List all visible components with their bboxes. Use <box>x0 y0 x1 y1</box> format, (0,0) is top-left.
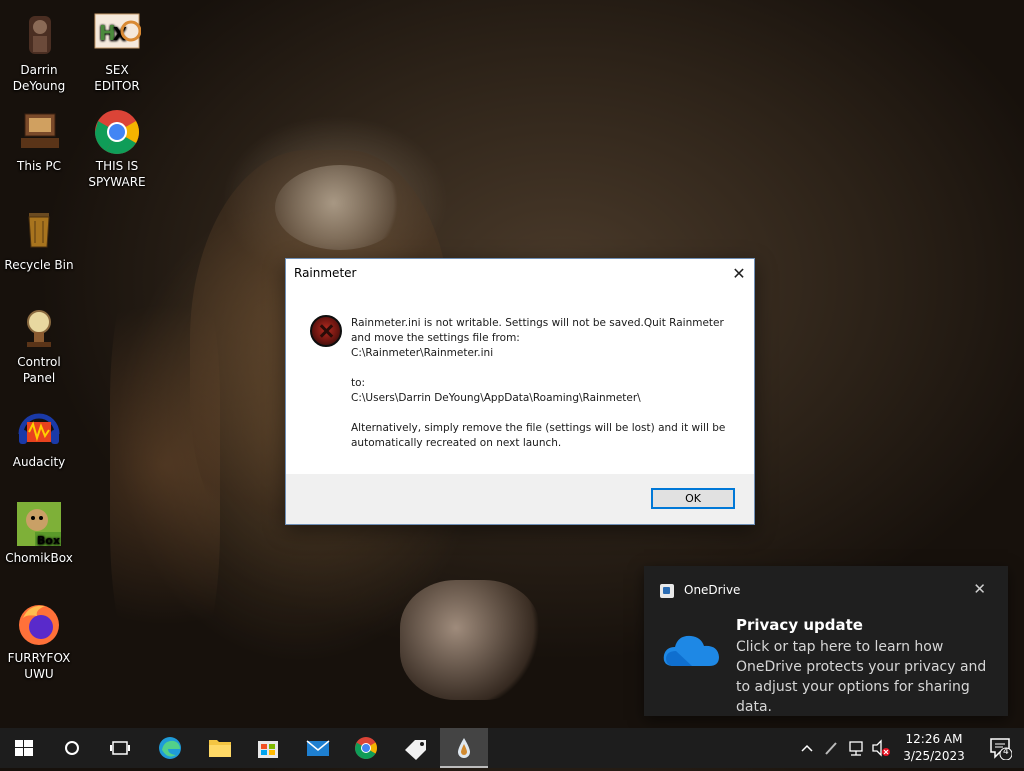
desktop-icon-chomikbox[interactable]: Box ChomikBox <box>0 500 78 566</box>
volume-muted-icon <box>872 739 890 757</box>
message-line: to: <box>351 377 366 389</box>
start-button[interactable] <box>0 728 48 768</box>
hex-editor-icon: HX <box>93 12 142 60</box>
message-line: automatically recreated on next launch. <box>351 437 562 449</box>
wallpaper-hand <box>400 580 540 700</box>
computer-icon <box>15 108 63 156</box>
clock-date: 3/25/2023 <box>903 749 965 763</box>
search-circle-icon <box>65 741 79 755</box>
desktop-icon-furryfox-uwu[interactable]: FURRYFOX UWU <box>0 600 78 682</box>
task-view-button[interactable] <box>96 728 144 768</box>
tray-pen-button[interactable] <box>820 728 842 768</box>
dialog-title: Rainmeter <box>294 266 357 280</box>
dialog-body: Rainmeter.ini is not writable. Settings … <box>286 289 754 474</box>
chrome-icon <box>355 737 377 759</box>
pen-icon <box>825 742 837 755</box>
store-icon <box>258 741 278 758</box>
wallpaper-figure-arm <box>110 250 220 680</box>
message-line: Rainmeter.ini is not writable. Settings … <box>351 317 724 329</box>
dialog-message: Rainmeter.ini is not writable. Settings … <box>351 316 736 451</box>
dialog-footer: OK <box>286 474 754 524</box>
firefox-icon <box>15 600 63 648</box>
tray-volume-button[interactable] <box>868 728 892 768</box>
desktop-icon-sex-editor[interactable]: HX SEX EDITOR <box>78 12 156 94</box>
desktop-icon-this-is-spyware[interactable]: THIS IS SPYWARE <box>78 108 156 190</box>
svg-text:X: X <box>113 24 127 45</box>
onedrive-cloud-icon <box>663 635 719 666</box>
taskbar-mail[interactable] <box>294 728 342 768</box>
taskbar-clock[interactable]: 12:26 AM 3/25/2023 <box>896 731 972 765</box>
chomikbox-icon: Box <box>15 500 63 548</box>
message-line: Alternatively, simply remove the file (s… <box>351 422 726 434</box>
onedrive-toast[interactable]: OneDrive ✕ Privacy update Click or tap h… <box>644 566 1008 716</box>
windows-icon <box>15 740 33 756</box>
taskbar-chrome[interactable] <box>342 728 390 768</box>
message-line: C:\Users\Darrin DeYoung\AppData\Roaming\… <box>351 392 641 404</box>
taskbar: 12:26 AM 3/25/2023 4 <box>0 728 1024 768</box>
mail-icon <box>306 740 330 756</box>
chrome-icon <box>93 108 141 156</box>
edge-icon <box>159 737 181 759</box>
desktop-icon-recycle-bin[interactable]: Recycle Bin <box>0 207 78 273</box>
taskbar-microsoft-store[interactable] <box>244 728 292 768</box>
search-button[interactable] <box>48 728 96 768</box>
tags-icon <box>405 740 426 760</box>
toast-heading: Privacy update <box>736 616 863 634</box>
dialog-titlebar[interactable]: Rainmeter ✕ <box>286 259 754 289</box>
error-icon <box>310 315 342 347</box>
recycle-bin-icon <box>15 207 63 255</box>
rainmeter-drop-icon <box>458 738 470 758</box>
chevron-up-icon <box>801 744 813 752</box>
svg-text:Box: Box <box>37 534 60 547</box>
user-folder-icon <box>15 12 63 60</box>
desktop-icon-this-pc[interactable]: This PC <box>0 108 78 174</box>
message-line: C:\Rainmeter\Rainmeter.ini <box>351 347 494 359</box>
action-center-button[interactable]: 4 <box>988 736 1013 761</box>
message-line: and move the settings file from: <box>351 332 520 344</box>
notification-count-badge: 4 <box>1003 747 1009 757</box>
clock-time: 12:26 AM <box>905 732 963 746</box>
task-view-icon <box>110 741 130 755</box>
desktop-icon-darrin-deyoung[interactable]: Darrin DeYoung <box>0 12 78 94</box>
show-hidden-icons-button[interactable] <box>796 728 818 768</box>
toast-app-name: OneDrive <box>684 583 741 597</box>
onedrive-app-icon <box>660 584 674 598</box>
control-panel-icon <box>15 304 63 352</box>
wallpaper-fur-hat <box>275 165 405 250</box>
taskbar-edge[interactable] <box>146 728 194 768</box>
toast-body: Click or tap here to learn how OneDrive … <box>736 639 987 715</box>
taskbar-rainmeter[interactable] <box>440 728 488 768</box>
toast-close-button[interactable]: ✕ <box>973 580 986 598</box>
tray-network-button[interactable] <box>844 728 868 768</box>
ok-button[interactable]: OK <box>651 488 735 509</box>
folder-icon <box>209 740 231 757</box>
audacity-icon <box>15 404 63 452</box>
taskbar-tags-app[interactable] <box>392 728 440 768</box>
rainmeter-dialog: Rainmeter ✕ Rainmeter.ini is not writabl… <box>285 258 755 525</box>
desktop-icon-audacity[interactable]: Audacity <box>0 404 78 470</box>
network-icon <box>849 741 863 756</box>
dialog-close-button[interactable]: ✕ <box>724 259 754 289</box>
desktop-icon-control-panel[interactable]: Control Panel <box>0 304 78 386</box>
taskbar-file-explorer[interactable] <box>196 728 244 768</box>
